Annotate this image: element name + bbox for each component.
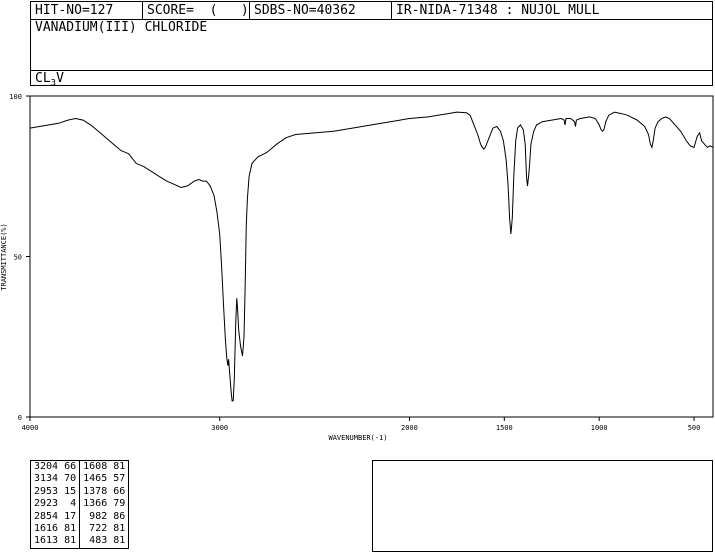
peak-wavenumber: 2854 (34, 510, 59, 522)
peak-transmittance: 15 (64, 485, 77, 497)
peak-wavenumber: 1378 (79, 485, 111, 499)
peak-wavenumber: 982 (79, 510, 111, 524)
blank-info-box (372, 460, 713, 552)
x-tick-label: 4000 (22, 424, 39, 432)
peak-transmittance: 81 (64, 535, 77, 547)
peak-wavenumber: 1616 (34, 523, 59, 535)
y-tick-label: 50 (14, 254, 22, 262)
chart-ticks (26, 95, 695, 421)
peak-transmittance: 81 (113, 535, 126, 547)
peak-wavenumber: 1613 (34, 535, 59, 547)
peak-wavenumber: 722 (79, 523, 111, 536)
peak-row: 3134 70 1465 57 (31, 473, 129, 486)
peak-transmittance: 66 (64, 461, 77, 472)
peak-transmittance: 86 (113, 510, 126, 522)
peak-wavenumber: 2953 (34, 485, 59, 497)
peak-wavenumber: 483 (79, 535, 111, 549)
peak-wavenumber: 1465 (79, 473, 111, 486)
peak-transmittance: 17 (64, 510, 77, 522)
peak-row: 2923 4 1366 79 (31, 498, 129, 511)
peak-wavenumber: 2923 (34, 498, 59, 510)
y-axis-label: TRANSMITTANCE(%) (0, 223, 8, 290)
peak-table: 3204 66 1608 81 3134 70 1465 57 2953 15 1378 66 2923… (30, 460, 130, 549)
peak-transmittance: 66 (113, 485, 126, 497)
plot-frame (29, 95, 714, 418)
peak-row: 2854 17 982 86 (31, 510, 129, 524)
peak-table-body: 3204 66 1608 81 3134 70 1465 57 2953 15 1378 66 2923… (31, 460, 129, 549)
x-tick-label: 500 (688, 424, 701, 432)
ir-spectrum-chart: 4000 3000 2000 1500 1000 500 0 50 100 WAVENUMBER… (0, 93, 714, 442)
peak-transmittance: 81 (113, 461, 126, 472)
x-tick-label: 1500 (496, 424, 513, 432)
x-axis-label: WAVENUMBER(-1) (328, 434, 387, 442)
peak-wavenumber: 3204 (34, 461, 59, 472)
peak-transmittance: 81 (113, 523, 126, 535)
peak-wavenumber: 1366 (79, 498, 111, 511)
y-tick-label: 100 (9, 93, 22, 101)
peak-transmittance: 81 (64, 523, 77, 535)
peak-transmittance: 4 (70, 498, 77, 510)
peak-transmittance: 70 (64, 473, 77, 485)
peak-wavenumber: 3134 (34, 473, 59, 485)
peak-row: 2953 15 1378 66 (31, 485, 129, 499)
spectrum-line (29, 111, 714, 402)
y-tick-label: 0 (18, 414, 22, 422)
peak-wavenumber: 1608 (79, 460, 111, 474)
x-tick-label: 1000 (591, 424, 608, 432)
peak-transmittance: 79 (113, 498, 126, 510)
chart-axes (29, 95, 714, 418)
peak-transmittance: 57 (113, 473, 126, 485)
x-tick-label: 2000 (401, 424, 418, 432)
peak-row: 1616 81 722 81 (31, 523, 129, 536)
x-tick-label: 3000 (211, 424, 228, 432)
peak-row: 3204 66 1608 81 (31, 460, 129, 474)
peak-row: 1613 81 483 81 (31, 535, 129, 549)
